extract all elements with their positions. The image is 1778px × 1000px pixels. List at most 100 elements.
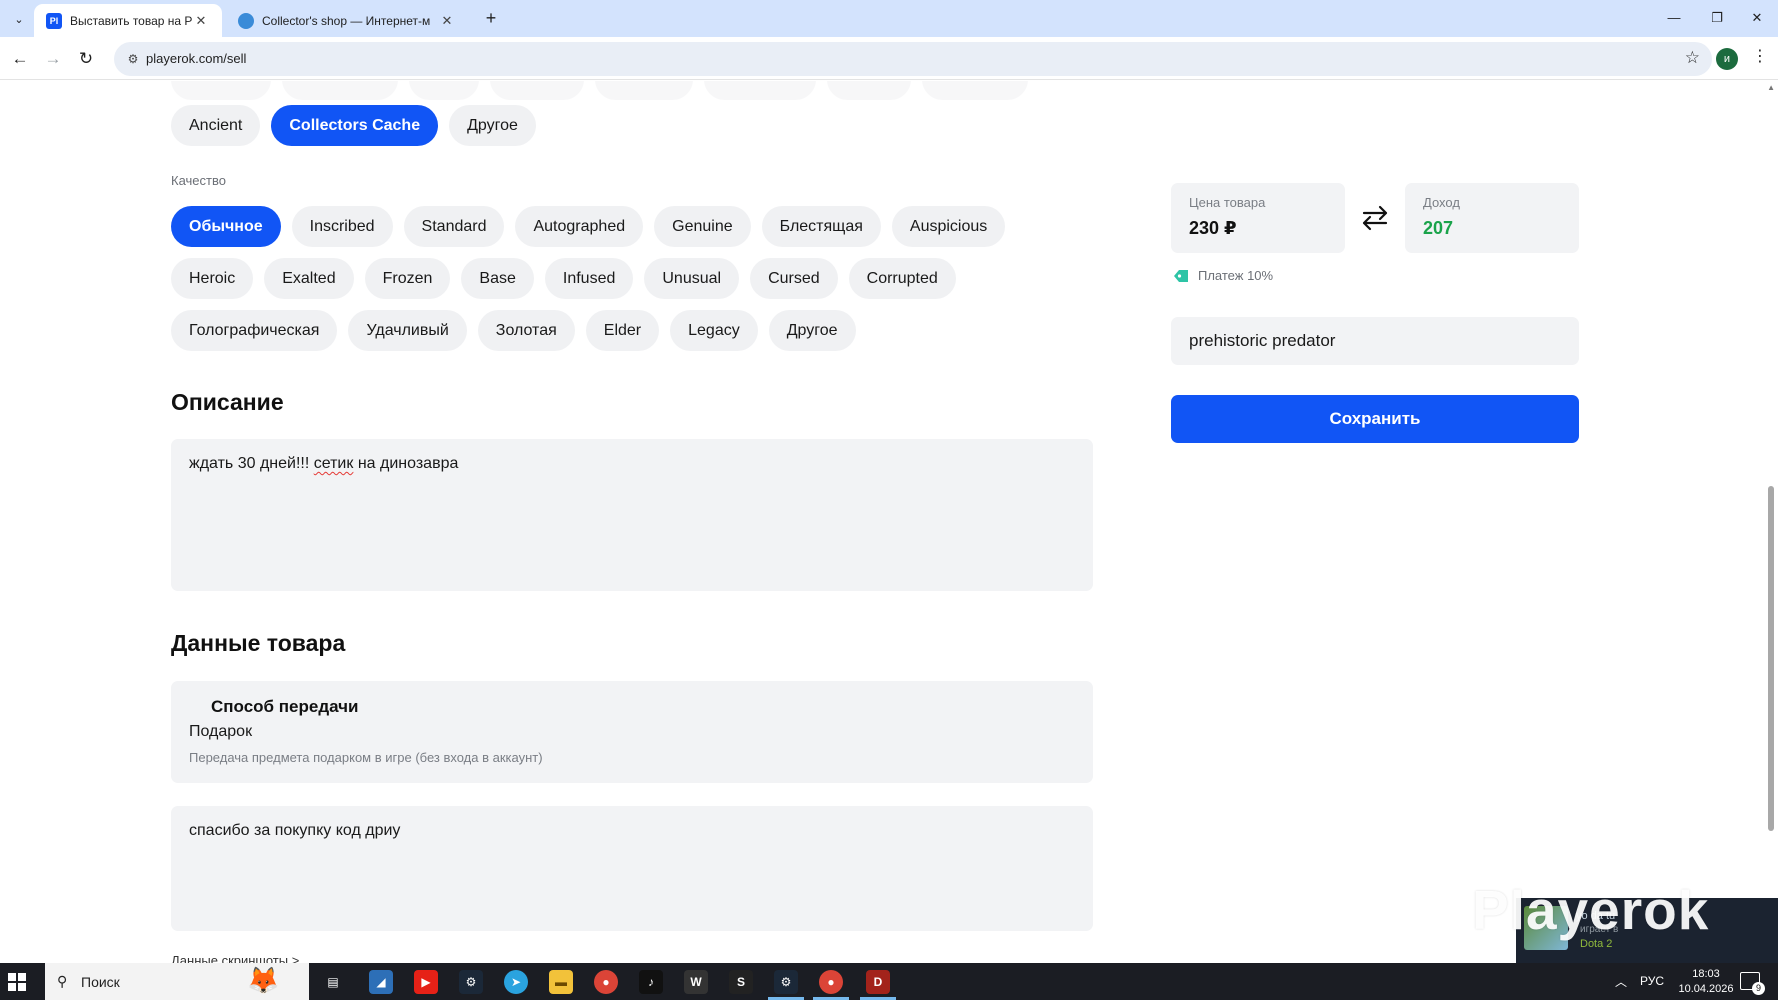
fee-text: Платеж 10% <box>1198 268 1274 283</box>
item-name-input[interactable]: prehistoric predator <box>1171 317 1579 365</box>
tab-search-chevron-icon[interactable]: ⌄ <box>7 7 31 31</box>
wolf-app-icon[interactable]: W <box>684 970 708 994</box>
quality-chip[interactable]: Infused <box>544 258 634 299</box>
youtube-icon[interactable]: ▶ <box>414 970 438 994</box>
profile-avatar[interactable]: и <box>1716 48 1738 70</box>
transfer-method-title: Способ передачи <box>211 697 359 716</box>
chip-offscreen <box>704 81 816 100</box>
quality-chip[interactable]: Autographed <box>515 206 644 247</box>
page-scrollbar[interactable]: ▲ <box>1764 81 1778 963</box>
type-chip-other[interactable]: Другое <box>449 105 536 146</box>
delivery-message-textarea[interactable]: спасибо за покупку код дриу <box>171 806 1093 931</box>
new-tab-plus-icon[interactable]: + <box>479 7 503 31</box>
windows-start-icon[interactable] <box>8 973 26 991</box>
quality-chip[interactable]: Base <box>461 258 534 299</box>
url-text: playerok.com/sell <box>146 51 247 66</box>
close-window-icon[interactable]: ✕ <box>1734 6 1778 30</box>
forward-arrow-icon[interactable]: → <box>41 47 65 71</box>
chip-offscreen <box>282 81 398 100</box>
price-box[interactable]: Цена товара 230 ₽ <box>1171 183 1345 253</box>
type-chip-collectors-cache[interactable]: Collectors Cache <box>271 105 439 146</box>
quality-chip[interactable]: Frozen <box>364 258 451 299</box>
scrollbar-thumb[interactable] <box>1768 486 1774 831</box>
search-highlight-fox-icon: 🦊 <box>247 965 280 995</box>
steam-icon[interactable]: ⚙ <box>459 970 483 994</box>
fee-info: Платеж 10% <box>1172 268 1273 283</box>
type-chips-row-offscreen <box>171 81 1028 100</box>
chip-offscreen <box>922 81 1028 100</box>
quality-chips-row-3: Голографическая Удачливый Золотая Elder … <box>171 310 856 351</box>
telegram-icon[interactable]: ➤ <box>504 970 528 994</box>
close-tab-icon[interactable]: ✕ <box>192 13 210 29</box>
tab-collectors-shop[interactable]: Collector's shop — Интернет-м ✕ <box>226 4 468 37</box>
tray-expand-chevron-icon[interactable]: ︿ <box>1615 973 1627 990</box>
chip-offscreen <box>595 81 693 100</box>
quality-chip[interactable]: Блестящая <box>761 206 881 247</box>
language-indicator[interactable]: РУС <box>1640 974 1664 988</box>
scroll-up-arrow-icon[interactable]: ▲ <box>1767 83 1775 92</box>
quality-chip[interactable]: Голографическая <box>171 310 338 351</box>
price-label: Цена товара <box>1189 195 1266 210</box>
delivery-message-text: спасибо за покупку код дриу <box>189 822 401 839</box>
tab-playerok-sell[interactable]: Pl Выставить товар на Playerok ✕ <box>34 4 222 37</box>
app-s-icon[interactable]: S <box>729 970 753 994</box>
chrome-icon[interactable]: ● <box>594 970 618 994</box>
swap-arrows-icon[interactable] <box>1358 203 1392 233</box>
transfer-method-description: Передача предмета подарком в игре (без в… <box>189 750 543 765</box>
browser-menu-kebab-icon[interactable]: ⋮ <box>1752 46 1768 66</box>
tiktok-icon[interactable]: ♪ <box>639 970 663 994</box>
app-icon[interactable]: ◢ <box>369 970 393 994</box>
quality-chip[interactable]: Corrupted <box>848 258 956 299</box>
quality-chip[interactable]: Unusual <box>644 258 740 299</box>
quality-chip[interactable]: Genuine <box>654 206 751 247</box>
minimize-window-icon[interactable]: — <box>1651 6 1697 30</box>
chrome-profile-icon[interactable]: ● <box>819 970 843 994</box>
notifications-icon[interactable]: 9 <box>1740 972 1765 995</box>
screenshots-link[interactable]: Данные скриншоты > <box>171 953 299 963</box>
quality-chip[interactable]: Cursed <box>750 258 838 299</box>
clock[interactable]: 18:03 10.04.2026 <box>1676 967 1736 997</box>
quality-chip[interactable]: Золотая <box>477 310 575 351</box>
steam-icon[interactable]: ⚙ <box>774 970 798 994</box>
quality-chip[interactable]: Другое <box>768 310 856 351</box>
description-misspelled-word: сетик <box>313 455 354 472</box>
reload-icon[interactable]: ↻ <box>74 47 98 71</box>
type-chips-row: Ancient Collectors Cache Другое <box>171 105 536 146</box>
description-heading: Описание <box>171 389 284 415</box>
quality-chip[interactable]: Elder <box>585 310 660 351</box>
quality-chip[interactable]: Обычное <box>171 206 281 247</box>
quality-chip[interactable]: Exalted <box>264 258 354 299</box>
quality-chip[interactable]: Auspicious <box>891 206 1006 247</box>
type-chip-ancient[interactable]: Ancient <box>171 105 261 146</box>
dota2-icon[interactable]: D <box>866 970 890 994</box>
site-settings-icon[interactable]: ⚙ <box>124 50 142 68</box>
file-explorer-icon[interactable]: ▬ <box>549 970 573 994</box>
browser-toolbar: ← → ↻ ⚙ playerok.com/sell ☆ и ⋮ <box>0 37 1778 80</box>
transfer-method-card[interactable]: Способ передачи Подарок Передача предмет… <box>171 681 1093 783</box>
task-view-icon[interactable]: ▤ <box>321 970 345 994</box>
quality-chips-row-2: Heroic Exalted Frozen Base Infused Unusu… <box>171 258 956 299</box>
close-tab-icon[interactable]: ✕ <box>438 13 456 29</box>
clock-date: 10.04.2026 <box>1678 983 1734 995</box>
address-bar[interactable]: ⚙ playerok.com/sell ☆ <box>114 42 1712 76</box>
income-box[interactable]: Доход 207 <box>1405 183 1579 253</box>
price-value: 230 ₽ <box>1189 218 1237 238</box>
bookmark-star-icon[interactable]: ☆ <box>1685 48 1700 68</box>
windows-taskbar: ⚲ Поиск 🦊 ▤ ◢ ▶ ⚙ ➤ ▬ ● ♪ W S ⚙ ● D ︿ РУ… <box>0 963 1778 1000</box>
back-arrow-icon[interactable]: ← <box>8 47 32 71</box>
chip-offscreen <box>409 81 479 100</box>
quality-chip[interactable]: Standard <box>403 206 505 247</box>
taskbar-search-placeholder: Поиск <box>81 974 120 990</box>
notifications-count: 9 <box>1752 982 1765 995</box>
taskbar-search-box[interactable]: ⚲ Поиск 🦊 <box>45 963 309 1000</box>
quality-chip[interactable]: Heroic <box>171 258 254 299</box>
save-button[interactable]: Сохранить <box>1171 395 1579 443</box>
playerok-favicon-icon: Pl <box>46 12 62 29</box>
quality-label: Качество <box>171 173 226 188</box>
description-textarea[interactable]: ждать 30 дней!!! сетик на динозавра <box>171 439 1093 591</box>
quality-chip[interactable]: Legacy <box>670 310 758 351</box>
playerok-watermark: Playerok <box>1472 879 1710 941</box>
clock-time: 18:03 <box>1692 968 1720 980</box>
quality-chip[interactable]: Удачливый <box>348 310 467 351</box>
quality-chip[interactable]: Inscribed <box>291 206 393 247</box>
